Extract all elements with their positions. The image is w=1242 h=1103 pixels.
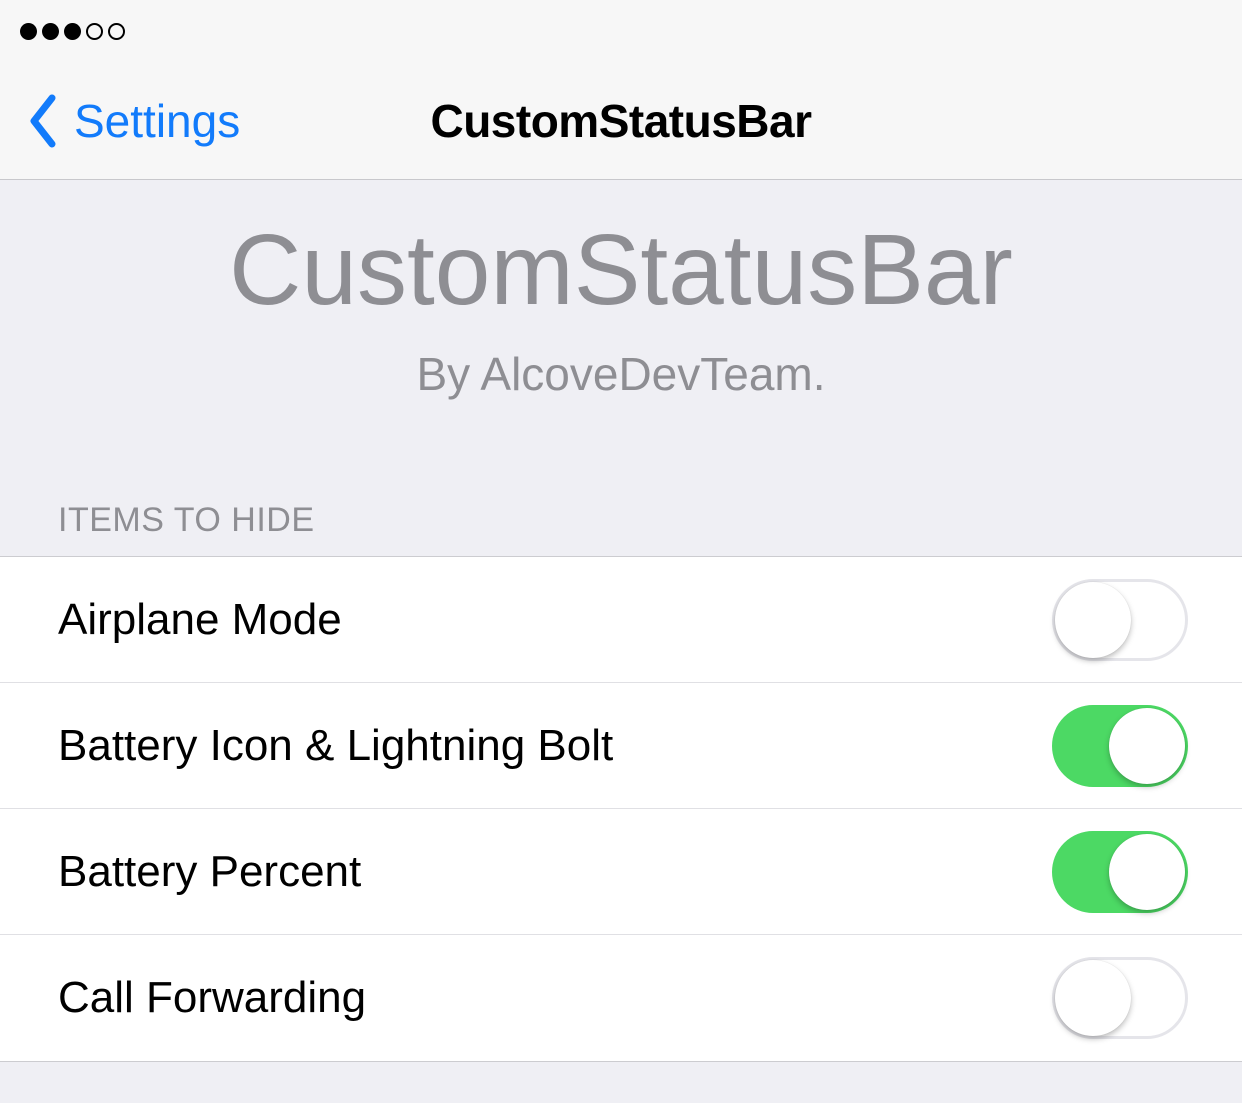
signal-dot-icon (42, 23, 59, 40)
item-label: Call Forwarding (58, 973, 366, 1023)
signal-dot-empty-icon (108, 23, 125, 40)
toggle-battery-percent[interactable] (1052, 831, 1188, 913)
list-item: Airplane Mode (0, 557, 1242, 683)
toggle-battery-icon[interactable] (1052, 705, 1188, 787)
app-subtitle: By AlcoveDevTeam. (0, 347, 1242, 401)
list-item: Call Forwarding (0, 935, 1242, 1061)
app-header: CustomStatusBar By AlcoveDevTeam. (0, 180, 1242, 421)
status-bar (0, 0, 1242, 62)
nav-bar: Settings CustomStatusBar (0, 62, 1242, 180)
back-button[interactable]: Settings (26, 94, 240, 148)
settings-list: Airplane Mode Battery Icon & Lightning B… (0, 556, 1242, 1062)
list-item: Battery Icon & Lightning Bolt (0, 683, 1242, 809)
toggle-call-forwarding[interactable] (1052, 957, 1188, 1039)
toggle-knob (1055, 582, 1131, 658)
toggle-airplane-mode[interactable] (1052, 579, 1188, 661)
toggle-knob (1109, 708, 1185, 784)
item-label: Battery Icon & Lightning Bolt (58, 721, 613, 771)
signal-dot-empty-icon (86, 23, 103, 40)
chevron-left-icon (26, 94, 58, 148)
page-title: CustomStatusBar (430, 94, 811, 148)
item-label: Battery Percent (58, 847, 361, 897)
back-label: Settings (74, 94, 240, 148)
toggle-knob (1109, 834, 1185, 910)
app-title: CustomStatusBar (0, 218, 1242, 323)
toggle-knob (1055, 960, 1131, 1036)
list-item: Battery Percent (0, 809, 1242, 935)
signal-dot-icon (64, 23, 81, 40)
item-label: Airplane Mode (58, 595, 342, 645)
signal-dot-icon (20, 23, 37, 40)
section-header: Items to hide (0, 421, 1242, 556)
